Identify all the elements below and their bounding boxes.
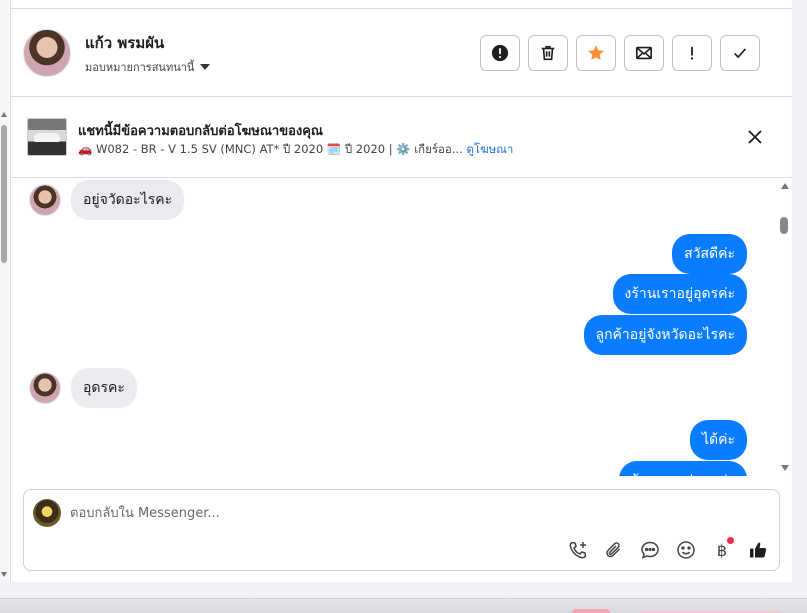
ad-reply-banner: แชทนี้มีข้อความตอบกลับต่อโฆษณาของคุณ 🚗 W…: [10, 98, 792, 178]
emoji-button[interactable]: [673, 537, 699, 563]
outgoing-message[interactable]: ได้ค่ะ: [689, 420, 747, 460]
call-button[interactable]: [565, 537, 591, 563]
notification-dot: [727, 537, 734, 544]
scroll-up-arrow-icon[interactable]: [781, 183, 789, 189]
incoming-message[interactable]: อุดรคะ: [71, 368, 137, 408]
incoming-message[interactable]: อยู่จวัดอะไรคะ: [71, 180, 185, 220]
outgoing-message[interactable]: ลูกค้าอยู่จังหวัดอะไรคะ: [583, 315, 747, 355]
mark-unread-button[interactable]: [624, 35, 664, 71]
phone-plus-icon: [569, 541, 587, 559]
message-list[interactable]: อยู่จวัดอะไรคะ สวัสดีค่ะ งร้านเราอยู่อุด…: [10, 178, 778, 476]
ad-banner-details: 🚗 W082 - BR - V 1.5 SV (MNC) AT* ปี 2020…: [78, 141, 513, 159]
baht-icon: ฿: [716, 540, 728, 560]
message-scrollbar[interactable]: [779, 178, 792, 476]
exclamation-icon: [690, 46, 694, 60]
follow-up-button[interactable]: [672, 35, 712, 71]
chat-bubble-icon: [641, 541, 659, 559]
close-icon: [748, 130, 762, 144]
payment-button[interactable]: ฿: [709, 537, 735, 563]
reply-composer: ฿: [23, 489, 780, 571]
header-actions: [480, 35, 760, 71]
saved-replies-button[interactable]: [637, 537, 663, 563]
mark-done-button[interactable]: [720, 35, 760, 71]
assign-conversation-label: มอบหมายการสนทนานี้: [85, 61, 195, 74]
right-background: [792, 0, 807, 582]
outgoing-message[interactable]: ร้านเราอยู่อุดรค่ะ: [619, 461, 747, 476]
alert-circle-icon: [491, 44, 509, 62]
page-scrollbar[interactable]: [0, 0, 9, 582]
report-button[interactable]: [480, 35, 520, 71]
contact-avatar[interactable]: [23, 29, 71, 77]
delete-button[interactable]: [528, 35, 568, 71]
contact-name[interactable]: แก้ว พรมผัน: [85, 31, 164, 55]
like-button[interactable]: [745, 537, 771, 563]
attach-button[interactable]: [601, 537, 627, 563]
view-ad-link[interactable]: ดูโฆษณา: [466, 142, 513, 156]
composer-toolbar: ฿: [565, 537, 771, 563]
page-avatar: [33, 499, 61, 527]
envelope-icon: [635, 46, 653, 60]
trash-icon: [541, 45, 555, 61]
caret-down-icon: [200, 64, 211, 70]
message-scrollbar-thumb[interactable]: [780, 217, 788, 234]
message-row-incoming: อุดรคะ: [29, 368, 137, 408]
taskbar-strip: [0, 598, 807, 613]
paperclip-icon: [606, 542, 621, 558]
scroll-up-arrow-icon[interactable]: [1, 112, 7, 117]
message-row-incoming: อยู่จวัดอะไรคะ: [29, 180, 185, 220]
assign-conversation-dropdown[interactable]: มอบหมายการสนทนานี้: [85, 58, 211, 76]
thumbs-up-icon: [750, 542, 767, 558]
outgoing-message[interactable]: งร้านเราอยู่อุดรค่ะ: [612, 274, 747, 314]
star-button[interactable]: [576, 35, 616, 71]
checkmark-icon: [734, 48, 747, 59]
outgoing-message[interactable]: สวัสดีค่ะ: [672, 234, 747, 274]
ad-banner-title: แชทนี้มีข้อความตอบกลับต่อโฆษณาของคุณ: [78, 124, 323, 139]
ad-details-text: 🚗 W082 - BR - V 1.5 SV (MNC) AT* ปี 2020…: [78, 142, 463, 156]
contact-avatar-small[interactable]: [29, 184, 61, 216]
contact-avatar-small[interactable]: [29, 372, 61, 404]
smiley-icon: [677, 541, 695, 559]
close-banner-button[interactable]: [745, 127, 765, 147]
taskbar-highlight: [572, 609, 610, 613]
conversation-header: แก้ว พรมผัน มอบหมายการสนทนานี้: [10, 9, 792, 97]
page-scrollbar-thumb[interactable]: [1, 125, 7, 263]
star-icon: [588, 45, 604, 60]
reply-input[interactable]: [70, 502, 670, 524]
scroll-down-arrow-icon[interactable]: [1, 572, 7, 577]
ad-thumbnail[interactable]: [27, 118, 67, 156]
scroll-down-arrow-icon[interactable]: [781, 465, 789, 471]
